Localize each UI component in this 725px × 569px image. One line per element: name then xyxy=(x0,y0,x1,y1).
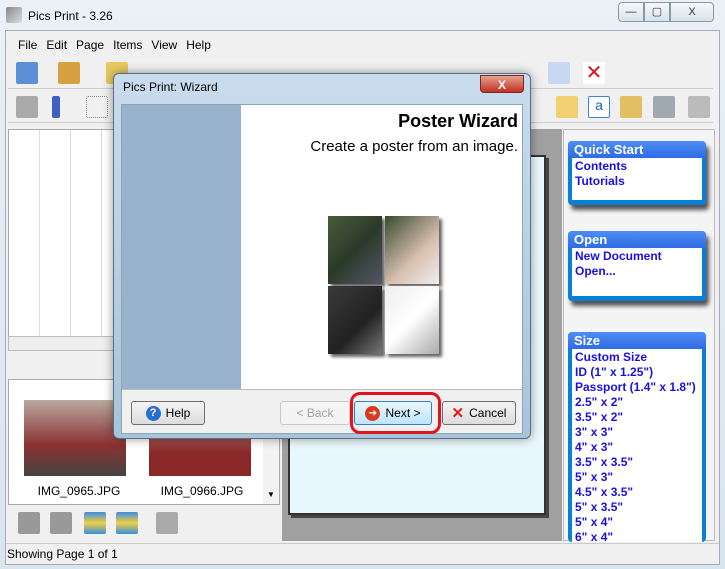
size-option[interactable]: ID (1" x 1.25") xyxy=(575,365,699,380)
size-option[interactable]: 3.5" x 2" xyxy=(575,410,699,425)
thumbnail-label: IMG_0965.JPG xyxy=(37,484,121,498)
delete-icon[interactable]: ✕ xyxy=(583,62,605,84)
cancel-label: Cancel xyxy=(469,406,507,420)
menu-items[interactable]: Items xyxy=(113,38,142,52)
highlight-annotation xyxy=(350,392,441,434)
size-option[interactable]: 6" x 4" xyxy=(575,530,699,542)
size-option[interactable]: 2.5" x 2" xyxy=(575,395,699,410)
menu-file[interactable]: File xyxy=(18,38,37,52)
menu-view[interactable]: View xyxy=(151,38,177,52)
cancel-icon: ✕ xyxy=(451,405,465,422)
size-option[interactable]: 3" x 3" xyxy=(575,425,699,440)
size-option[interactable]: 4.5" x 3.5" xyxy=(575,485,699,500)
link-new-document[interactable]: New Document xyxy=(575,249,699,264)
magic-wand-icon[interactable] xyxy=(58,62,80,84)
menu-bar: File Edit Page Items View Help xyxy=(18,38,220,52)
back-button[interactable]: < Back xyxy=(280,401,350,425)
link-contents[interactable]: Contents xyxy=(575,159,699,174)
panel-title: Quick Start xyxy=(568,141,706,158)
size-option[interactable]: 4" x 3" xyxy=(575,440,699,455)
app-window: Pics Print - 3.26 — ▢ X File Edit Page Item… xyxy=(0,0,725,569)
thumbnail-toolbar xyxy=(14,509,184,537)
pencil-icon[interactable] xyxy=(52,96,60,118)
wizard-subtitle: Create a poster from an image. xyxy=(310,138,518,155)
size-option[interactable]: Passport (1.4" x 1.8") xyxy=(575,380,699,395)
add-images-icon[interactable] xyxy=(116,512,138,534)
wizard-heading: Poster Wizard xyxy=(398,111,518,131)
poster-preview-image xyxy=(328,216,442,356)
panel-title: Size xyxy=(568,332,706,349)
thumbnail-image xyxy=(24,400,126,476)
menu-edit[interactable]: Edit xyxy=(46,38,67,52)
checklist-icon[interactable] xyxy=(548,62,570,84)
page-icon[interactable] xyxy=(688,96,710,118)
back-label: < Back xyxy=(296,406,334,420)
size-option[interactable]: 5" x 3.5" xyxy=(575,500,699,515)
page-icon[interactable] xyxy=(50,512,72,534)
new-document-icon[interactable] xyxy=(16,62,38,84)
text-icon[interactable]: a xyxy=(588,96,610,118)
panel-title: Open xyxy=(568,231,706,248)
status-text: Showing Page 1 of 1 xyxy=(7,547,118,561)
help-label: Help xyxy=(165,406,191,420)
window-title: Pics Print - 3.26 xyxy=(28,9,113,23)
quick-start-panel: Quick Start Contents Tutorials xyxy=(568,141,706,205)
grid-icon[interactable] xyxy=(86,96,108,118)
size-option[interactable]: 3.5" x 3.5" xyxy=(575,455,699,470)
close-button[interactable]: X xyxy=(670,2,714,22)
wizard-content: Poster Wizard Create a poster from an im… xyxy=(241,105,522,389)
add-images-icon[interactable] xyxy=(84,512,106,534)
open-panel: Open New Document Open... xyxy=(568,231,706,301)
folder-edit-icon[interactable] xyxy=(556,96,578,118)
status-bar: Showing Page 1 of 1 xyxy=(6,543,719,564)
scanner-icon[interactable] xyxy=(653,96,675,118)
app-icon xyxy=(6,7,22,23)
dialog-title: Pics Print: Wizard xyxy=(123,80,218,94)
size-option[interactable]: 5" x 4" xyxy=(575,515,699,530)
size-option[interactable]: Custom Size xyxy=(575,350,699,365)
menu-help[interactable]: Help xyxy=(186,38,211,52)
maximize-button[interactable]: ▢ xyxy=(644,2,670,22)
link-open[interactable]: Open... xyxy=(575,264,699,279)
wizard-side-strip xyxy=(122,105,241,389)
help-button[interactable]: ? Help xyxy=(131,401,205,425)
thumbnail-label: IMG_0966.JPG xyxy=(160,484,244,498)
size-option[interactable]: 5" x 3" xyxy=(575,470,699,485)
cancel-button[interactable]: ✕ Cancel xyxy=(442,401,516,425)
size-panel: Size Custom Size ID (1" x 1.25") Passport … xyxy=(568,332,706,542)
dialog-close-button[interactable]: X xyxy=(480,75,524,93)
page-icon[interactable] xyxy=(18,512,40,534)
minimize-button[interactable]: — xyxy=(618,2,644,22)
menu-page[interactable]: Page xyxy=(76,38,104,52)
wizard-dialog: Pics Print: Wizard X Poster Wizard Creat… xyxy=(113,73,531,439)
link-tutorials[interactable]: Tutorials xyxy=(575,174,699,189)
text-page-icon[interactable] xyxy=(156,512,178,534)
calendar-icon[interactable] xyxy=(620,96,642,118)
page-icon[interactable] xyxy=(16,96,38,118)
help-icon: ? xyxy=(145,405,161,421)
